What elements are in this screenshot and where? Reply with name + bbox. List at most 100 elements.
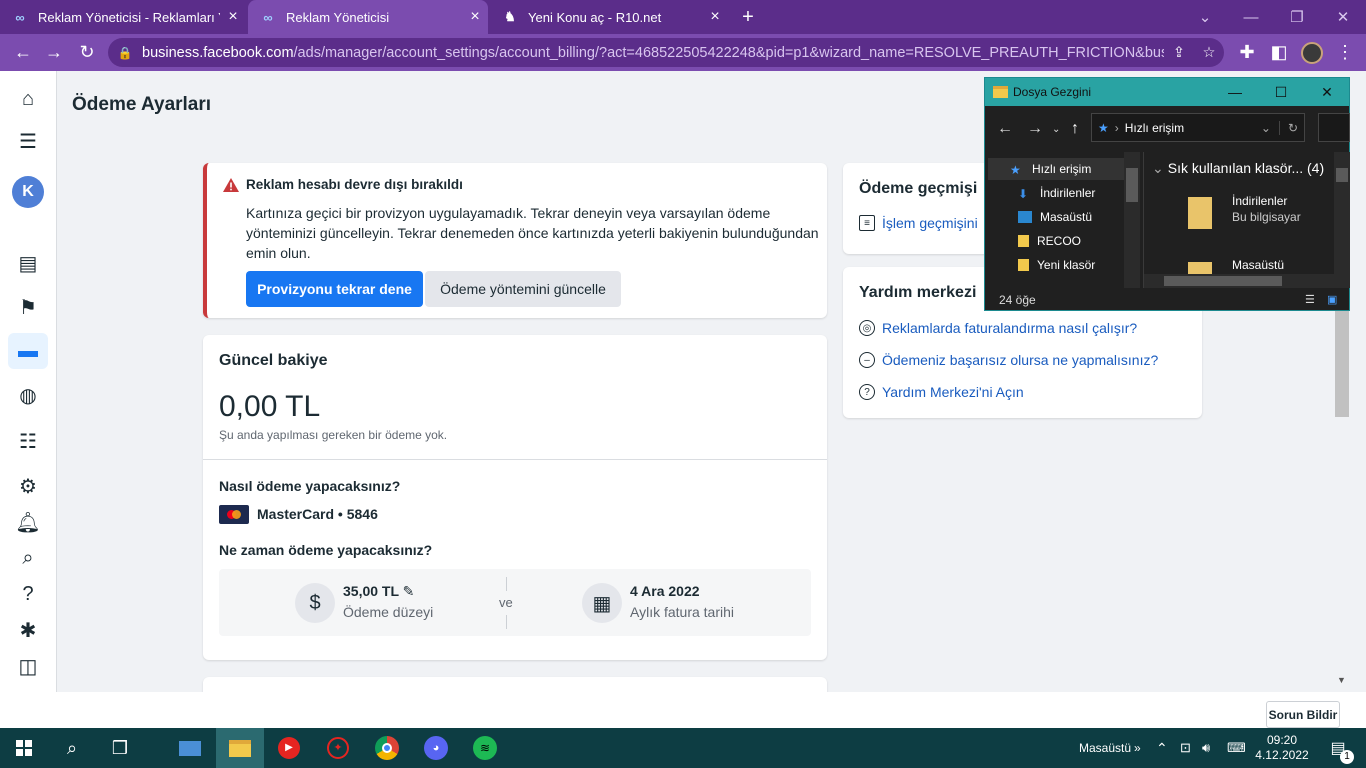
restore-icon[interactable]: ❐ <box>1274 0 1320 34</box>
warning-icon <box>223 178 239 192</box>
account-avatar[interactable]: K <box>12 176 44 208</box>
folder-item-desktop[interactable]: Masaüstü <box>1232 257 1284 273</box>
tab-search-icon[interactable]: ⌄ <box>1182 0 1228 34</box>
settings-list-icon[interactable]: ☷ <box>8 423 48 459</box>
network-icon[interactable]: ⊡ <box>1180 728 1191 768</box>
payment-time-question: Ne zaman ödeme yapacaksınız? <box>219 542 433 558</box>
tree-scrollbar[interactable] <box>1124 152 1140 288</box>
spotify-icon[interactable]: ≋ <box>461 728 509 768</box>
help-link-failed-payment[interactable]: – Ödemeniz başarısız olursa ne yapmalısı… <box>859 352 1158 368</box>
menu-icon[interactable]: ☰ <box>8 123 48 159</box>
desktop-toolbar-label[interactable]: Masaüstü <box>1079 728 1131 768</box>
game-app-icon[interactable]: ✦ <box>314 728 362 768</box>
volume-icon[interactable]: 🔊︎ <box>1202 728 1210 768</box>
explorer-search-box[interactable] <box>1318 113 1350 142</box>
task-view-icon[interactable]: ❒ <box>96 728 144 768</box>
retry-authorization-button[interactable]: Provizyonu tekrar dene <box>246 271 423 307</box>
report-problem-button[interactable]: Sorun Bildir <box>1266 701 1340 728</box>
billing-date-label: Aylık fatura tarihi <box>630 604 735 620</box>
globe-icon[interactable]: ◍ <box>8 377 48 413</box>
show-hidden-icons-icon[interactable]: ⌃ <box>1156 728 1168 768</box>
star-icon: ★ <box>1010 163 1021 177</box>
campaigns-icon[interactable]: ▤ <box>8 245 48 281</box>
home-icon[interactable]: ⌂ <box>8 81 48 117</box>
explorer-title: Dosya Gezgini <box>1013 85 1092 99</box>
back-icon[interactable]: ← <box>8 34 38 71</box>
tree-item-downloads[interactable]: ⬇ İndirilenler <box>988 182 1124 204</box>
folder-icon <box>993 86 1008 98</box>
folder-item-downloads[interactable]: İndirilenler Bu bilgisayar <box>1232 193 1301 225</box>
share-icon[interactable]: ⇪ <box>1164 45 1194 61</box>
chevron-down-icon[interactable]: ⌄ <box>1261 121 1271 135</box>
forward-icon[interactable]: → <box>1027 120 1043 138</box>
update-payment-method-button[interactable]: Ödeme yöntemini güncelle <box>425 271 621 307</box>
explorer-address-bar[interactable]: ★ › Hızlı erişim ⌄ ↻ <box>1091 113 1305 142</box>
help-link-billing[interactable]: ◎ Reklamlarda faturalandırma nasıl çalış… <box>859 320 1137 336</box>
pane-scrollbar[interactable] <box>1334 152 1350 288</box>
reload-icon[interactable]: ↻ <box>72 34 102 71</box>
tab-r10[interactable]: ♞ Yeni Konu aç - R10.net × <box>490 0 728 34</box>
browser-menu-icon[interactable]: ⋮ <box>1330 34 1360 71</box>
discord-icon[interactable]: ◕ <box>412 728 460 768</box>
horizontal-scrollbar[interactable] <box>1144 274 1334 288</box>
bell-icon[interactable]: 🔔︎ <box>8 504 48 540</box>
tree-item-new-folder[interactable]: Yeni klasör <box>988 254 1124 276</box>
close-icon[interactable]: × <box>220 8 246 26</box>
item-count: 24 öğe <box>999 293 1036 307</box>
tree-item-quick-access[interactable]: ★ Hızlı erişim <box>988 158 1124 180</box>
scroll-down-icon[interactable]: ▼ <box>1337 675 1346 685</box>
keyboard-language-icon[interactable]: ⌨ <box>1227 728 1246 768</box>
start-button[interactable] <box>0 728 48 768</box>
transaction-history-link[interactable]: ≡ İşlem geçmişini <box>859 215 978 231</box>
refresh-icon[interactable]: ↻ <box>1278 120 1298 135</box>
scrollbar-thumb[interactable] <box>1336 168 1348 182</box>
recent-dropdown-icon[interactable]: ⌄ <box>1052 124 1060 135</box>
browser-toolbar: ← → ↻ 🔒 business.facebook.com/ads/manage… <box>0 34 1366 71</box>
desktop-app-icon[interactable] <box>166 728 214 768</box>
extensions-icon[interactable]: ✚ <box>1232 34 1262 71</box>
tree-item-recoo[interactable]: RECOO <box>988 230 1124 252</box>
maximize-icon[interactable]: ☐ <box>1258 78 1304 106</box>
scrollbar-thumb[interactable] <box>1126 168 1138 202</box>
forward-icon[interactable]: → <box>39 34 69 71</box>
payment-method-question: Nasıl ödeme yapacaksınız? <box>219 478 401 494</box>
details-view-icon[interactable]: ☰ <box>1305 293 1315 306</box>
up-icon[interactable]: ↑ <box>1071 120 1079 138</box>
panel-toggle-icon[interactable]: ◫ <box>8 648 48 684</box>
billing-card-icon[interactable]: ▬ <box>8 333 48 369</box>
group-header[interactable]: ⌄ Sık kullanılan klasör... (4) <box>1152 160 1324 177</box>
search-icon[interactable]: ⌕ <box>48 728 96 768</box>
help-icon[interactable]: ? <box>8 576 48 612</box>
profile-avatar-icon[interactable] <box>1297 34 1327 71</box>
tree-item-desktop[interactable]: Masaüstü <box>988 206 1124 228</box>
minimize-icon[interactable]: — <box>1212 78 1258 106</box>
youtube-music-icon[interactable]: ▶ <box>265 728 313 768</box>
gear-icon[interactable]: ⚙ <box>8 468 48 504</box>
tiles-view-icon[interactable]: ▣ <box>1327 293 1337 306</box>
notification-center-icon[interactable]: ▤ 1 <box>1318 728 1358 768</box>
close-icon[interactable]: ✕ <box>1304 78 1350 106</box>
address-bar[interactable]: 🔒 business.facebook.com/ads/manager/acco… <box>108 38 1224 67</box>
back-icon[interactable]: ← <box>997 120 1013 138</box>
scrollbar-thumb[interactable] <box>1335 310 1349 417</box>
close-window-icon[interactable]: ✕ <box>1320 0 1366 34</box>
left-sidebar: ⌂ ☰ K ▤ ⚑ ▬ ◍ ☷ ⚙ 🔔︎ ⌕ ? ✱ ◫ <box>0 71 57 692</box>
side-panel-icon[interactable]: ◧ <box>1264 34 1294 71</box>
tab-reklam-yoneticisi-1[interactable]: ∞ Reklam Yöneticisi - Reklamları Yö × <box>0 0 246 34</box>
minimize-icon[interactable]: — <box>1228 0 1274 34</box>
scrollbar-thumb[interactable] <box>1164 276 1282 286</box>
bookmark-star-icon[interactable]: ☆ <box>1194 45 1224 61</box>
file-explorer-taskbar-icon[interactable] <box>216 728 264 768</box>
close-icon[interactable]: × <box>702 8 728 26</box>
search-icon[interactable]: ⌕ <box>8 540 48 576</box>
bug-icon[interactable]: ✱ <box>8 612 48 648</box>
chrome-icon[interactable] <box>363 728 411 768</box>
edit-pencil-icon[interactable]: ✎ <box>403 583 415 599</box>
toolbar-chevron-icon[interactable]: » <box>1134 728 1141 768</box>
tab-reklam-yoneticisi-2[interactable]: ∞ Reklam Yöneticisi × <box>248 0 488 34</box>
clock[interactable]: 09:20 4.12.2022 <box>1255 728 1309 768</box>
flag-icon[interactable]: ⚑ <box>8 289 48 325</box>
new-tab-button[interactable]: + <box>734 0 762 34</box>
help-link-open-center[interactable]: ? Yardım Merkezi'ni Açın <box>859 384 1024 400</box>
close-icon[interactable]: × <box>462 8 488 26</box>
